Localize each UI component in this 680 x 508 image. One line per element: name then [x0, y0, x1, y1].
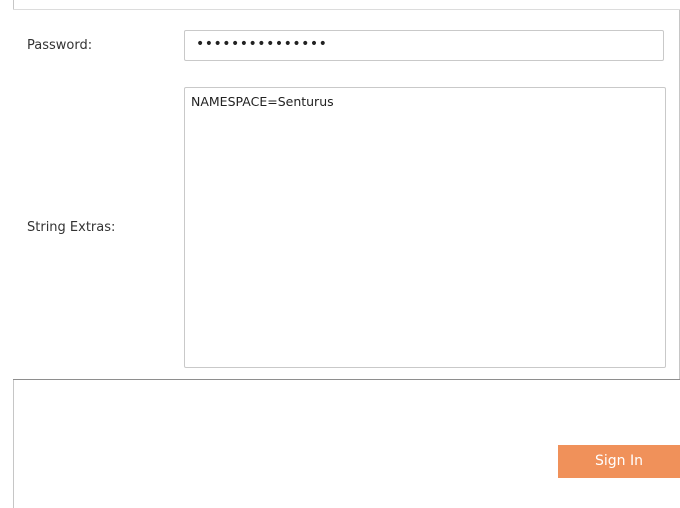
sign-in-button[interactable]: Sign In — [558, 445, 680, 478]
password-input[interactable] — [184, 30, 664, 61]
string-extras-textarea[interactable]: NAMESPACE=Senturus — [184, 87, 666, 368]
string-extras-label: String Extras: — [27, 220, 116, 235]
password-label: Password: — [27, 38, 93, 53]
credentials-form-panel: Password: ••••••••••••••• String Extras:… — [13, 10, 680, 380]
sign-in-page: Password: ••••••••••••••• String Extras:… — [0, 0, 680, 508]
